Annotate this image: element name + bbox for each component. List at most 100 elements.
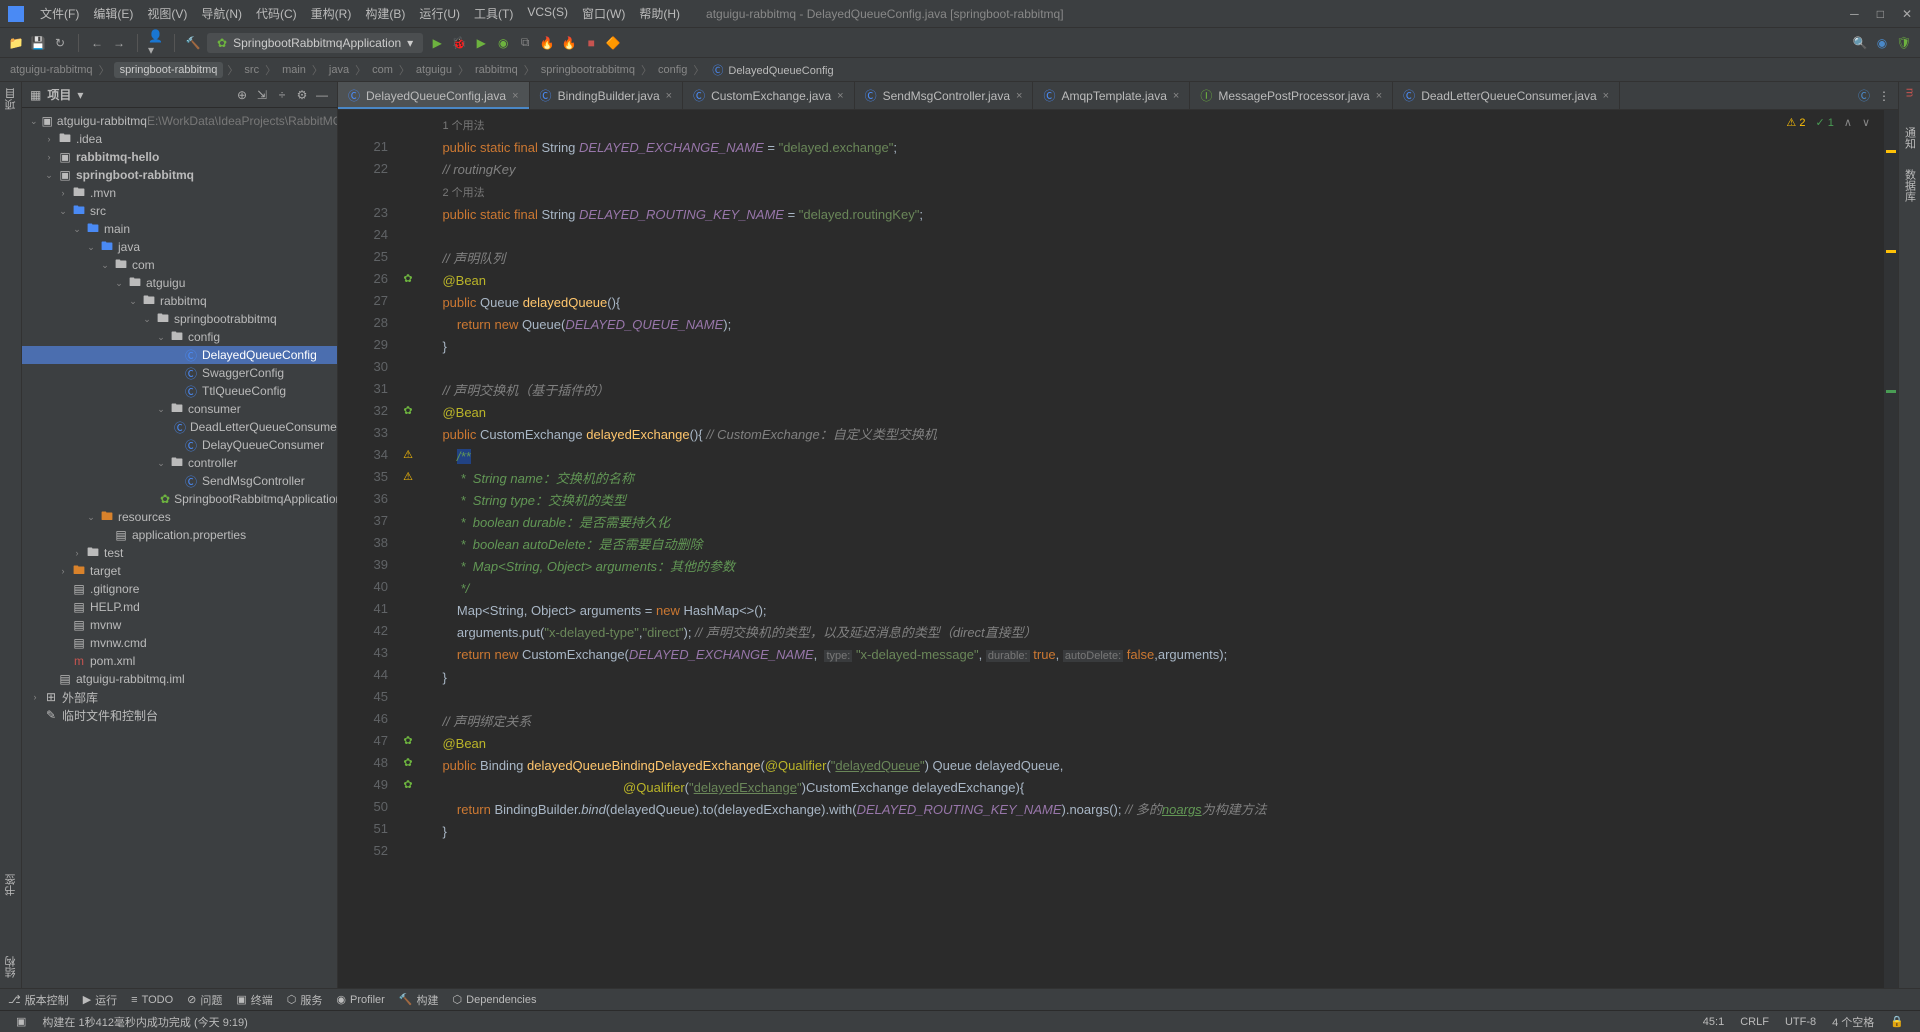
todo-button[interactable]: ≡ TODO xyxy=(131,994,173,1006)
tree-node[interactable]: ⒸDelayQueueConsumer xyxy=(22,436,337,454)
tree-node[interactable]: ⒸDeadLetterQueueConsumer xyxy=(22,418,337,436)
breadcrumb-item[interactable]: springbootrabbitmq xyxy=(539,64,637,76)
breadcrumb-item[interactable]: Ⓒ DelayedQueueConfig xyxy=(708,62,835,78)
attach-icon[interactable]: ⧉ xyxy=(517,35,533,51)
caret-position[interactable]: 45:1 xyxy=(1695,1016,1732,1028)
breadcrumb-item[interactable]: config xyxy=(656,64,689,76)
tree-node[interactable]: ⒸTtlQueueConfig xyxy=(22,382,337,400)
readonly-icon[interactable]: 🔒 xyxy=(1882,1015,1912,1028)
editor-tab[interactable]: ⒸDelayedQueueConfig.java× xyxy=(338,82,530,109)
tree-node[interactable]: ⌄🖿atguigu xyxy=(22,274,337,292)
menu-navigate[interactable]: 导航(N) xyxy=(195,3,248,24)
tree-node[interactable]: ›🖿.idea xyxy=(22,130,337,148)
tree-node[interactable]: ⒸSendMsgController xyxy=(22,472,337,490)
target-icon[interactable]: ⊕ xyxy=(235,88,249,102)
hotswap-icon[interactable]: 🔥 xyxy=(539,35,555,51)
close-icon[interactable]: × xyxy=(1603,90,1609,102)
menu-edit[interactable]: 编辑(E) xyxy=(87,3,139,24)
menu-view[interactable]: 视图(V) xyxy=(141,3,193,24)
back-icon[interactable]: ← xyxy=(89,35,105,51)
notifications-toolwindow-button[interactable]: 通知 xyxy=(1902,127,1918,149)
tree-node[interactable]: ⌄🖿controller xyxy=(22,454,337,472)
close-icon[interactable]: × xyxy=(837,90,843,102)
structure-toolwindow-button[interactable]: 结构 xyxy=(3,956,19,978)
dependencies-button[interactable]: ⬡ Dependencies xyxy=(453,993,537,1006)
codewithme-icon[interactable]: ◉ xyxy=(1874,35,1890,51)
tree-node[interactable]: ›⊞外部库 xyxy=(22,688,337,706)
menu-code[interactable]: 代码(C) xyxy=(250,3,303,24)
encoding[interactable]: UTF-8 xyxy=(1777,1016,1824,1028)
search-icon[interactable]: 🔍 xyxy=(1852,35,1868,51)
code-content[interactable]: 1 个用法 public static final String DELAYED… xyxy=(418,110,1884,988)
close-icon[interactable]: × xyxy=(666,90,672,102)
profiler-button[interactable]: ◉ Profiler xyxy=(336,993,384,1006)
close-button[interactable]: ✕ xyxy=(1902,7,1912,21)
menu-tools[interactable]: 工具(T) xyxy=(468,3,519,24)
tree-node[interactable]: ✎临时文件和控制台 xyxy=(22,706,337,724)
tree-node[interactable]: ⌄🖿springbootrabbitmq xyxy=(22,310,337,328)
menu-refactor[interactable]: 重构(R) xyxy=(305,3,358,24)
hide-icon[interactable]: — xyxy=(315,88,329,102)
tree-node[interactable]: ›🖿target xyxy=(22,562,337,580)
breadcrumb-item[interactable]: main xyxy=(280,64,308,76)
menu-help[interactable]: 帮助(H) xyxy=(633,3,686,24)
menu-file[interactable]: 文件(F) xyxy=(34,3,85,24)
close-icon[interactable]: × xyxy=(1376,90,1382,102)
tree-node[interactable]: ⒸSwaggerConfig xyxy=(22,364,337,382)
gear-icon[interactable]: ⚙ xyxy=(295,88,309,102)
tree-node[interactable]: ▤mvnw xyxy=(22,616,337,634)
hammer-icon[interactable]: 🔨 xyxy=(185,35,201,51)
project-toolwindow-button[interactable]: 项目 xyxy=(3,88,19,110)
menu-run[interactable]: 运行(U) xyxy=(413,3,466,24)
code-editor[interactable]: 2122232425262728293031323334353637383940… xyxy=(338,110,1898,988)
breadcrumb-item[interactable]: springboot-rabbitmq xyxy=(114,62,224,78)
editor-tab[interactable]: ⒸDeadLetterQueueConsumer.java× xyxy=(1393,82,1620,109)
project-tree[interactable]: ⌄▣atguigu-rabbitmq E:\WorkData\IdeaProje… xyxy=(22,108,337,988)
editor-tab[interactable]: ⒸBindingBuilder.java× xyxy=(530,82,684,109)
breadcrumb-item[interactable]: atguigu xyxy=(414,64,454,76)
profile-run-icon[interactable]: ◉ xyxy=(495,35,511,51)
expand-icon[interactable]: ⇲ xyxy=(255,88,269,102)
tree-node[interactable]: ▤atguigu-rabbitmq.iml xyxy=(22,670,337,688)
more-icon[interactable]: ⋮ xyxy=(1878,89,1890,103)
tree-node[interactable]: ⌄▣atguigu-rabbitmq E:\WorkData\IdeaProje… xyxy=(22,112,337,130)
tree-node[interactable]: ▤.gitignore xyxy=(22,580,337,598)
tree-node[interactable]: ⌄🖿config xyxy=(22,328,337,346)
tree-node[interactable]: ⌄🖿consumer xyxy=(22,400,337,418)
menu-build[interactable]: 构建(B) xyxy=(359,3,411,24)
refresh-icon[interactable]: ↻ xyxy=(52,35,68,51)
services-button[interactable]: ⬡ 服务 xyxy=(287,992,323,1008)
tree-node[interactable]: ⌄🖿src xyxy=(22,202,337,220)
chevron-down-icon[interactable]: ▾ xyxy=(77,88,83,102)
tab-overflow-icon[interactable]: Ⓒ xyxy=(1858,87,1870,104)
tree-node[interactable]: mpom.xml xyxy=(22,652,337,670)
marker-strip[interactable] xyxy=(1884,110,1898,988)
menu-vcs[interactable]: VCS(S) xyxy=(521,3,574,24)
maven-toolwindow-button[interactable]: m xyxy=(1904,88,1916,97)
indent[interactable]: 4 个空格 xyxy=(1824,1014,1882,1030)
tree-node[interactable]: ⌄▣springboot-rabbitmq xyxy=(22,166,337,184)
database-toolwindow-button[interactable]: 数据库 xyxy=(1902,169,1918,202)
editor-tab[interactable]: ⒸCustomExchange.java× xyxy=(683,82,855,109)
save-icon[interactable]: 💾 xyxy=(30,35,46,51)
stop-icon[interactable]: ■ xyxy=(583,35,599,51)
breadcrumb-item[interactable]: com xyxy=(370,64,395,76)
tree-node[interactable]: ⌄🖿rabbitmq xyxy=(22,292,337,310)
breadcrumb-item[interactable]: atguigu-rabbitmq xyxy=(8,64,95,76)
debug-icon[interactable]: 🐞 xyxy=(451,35,467,51)
coverage-icon[interactable]: ▶ xyxy=(473,35,489,51)
chevron-down-icon[interactable]: ∨ xyxy=(1862,116,1870,129)
bookmarks-toolwindow-button[interactable]: 书签 xyxy=(3,874,19,896)
problems-button[interactable]: ⊘ 问题 xyxy=(187,992,222,1008)
run-toolwindow-button[interactable]: ▶ 运行 xyxy=(83,992,117,1008)
tree-node[interactable]: ⌄🖿com xyxy=(22,256,337,274)
chevron-up-icon[interactable]: ∧ xyxy=(1844,116,1852,129)
tree-node[interactable]: ⌄🖿resources xyxy=(22,508,337,526)
tree-node[interactable]: ▤application.properties xyxy=(22,526,337,544)
breadcrumb-item[interactable]: src xyxy=(242,64,261,76)
profile-icon[interactable]: 👤▾ xyxy=(148,35,164,51)
close-icon[interactable]: × xyxy=(1173,90,1179,102)
run-icon[interactable]: ▶ xyxy=(429,35,445,51)
tree-node[interactable]: ✿SpringbootRabbitmqApplication xyxy=(22,490,337,508)
version-control-button[interactable]: ⎇ 版本控制 xyxy=(8,992,69,1008)
